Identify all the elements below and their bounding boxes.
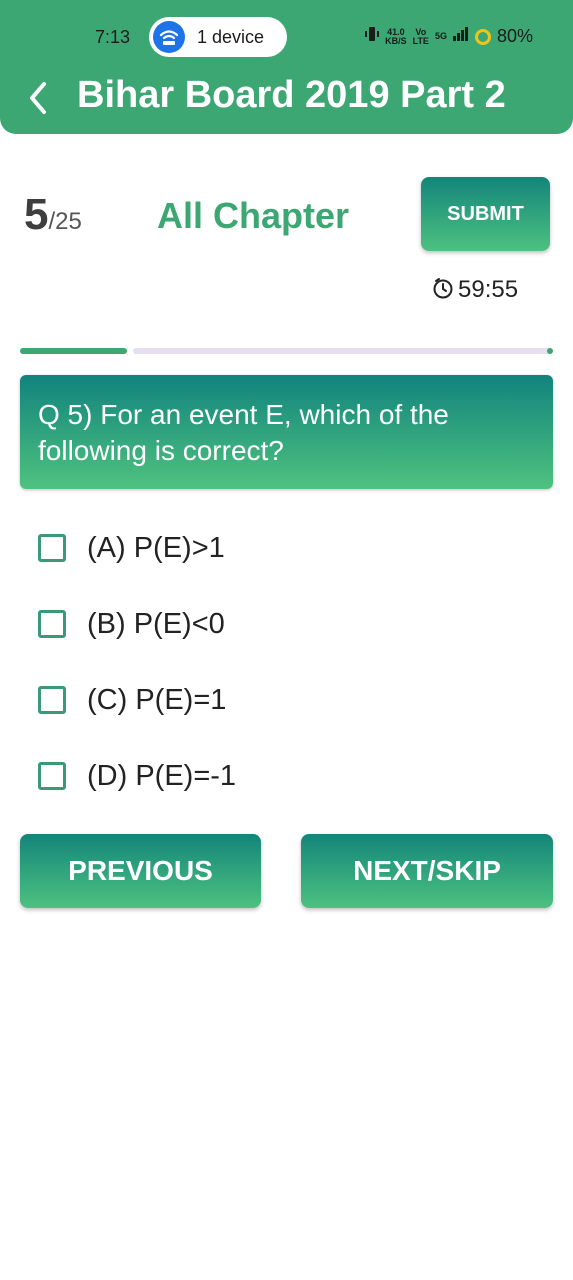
option-label: (D) P(E)=-1 — [87, 759, 237, 792]
question-counter: 5/25 — [24, 190, 82, 240]
option-label: (B) P(E)<0 — [87, 607, 225, 640]
page-title: Bihar Board 2019 Part 2 — [77, 74, 506, 116]
question-text: Q 5) For an event E, which of the follow… — [38, 399, 449, 466]
progress-fill — [20, 348, 127, 354]
timer-icon — [432, 277, 454, 304]
question-current: 5 — [24, 190, 49, 239]
previous-button[interactable]: PREVIOUS — [20, 834, 261, 908]
volte-bottom: LTE — [412, 35, 429, 46]
question-total: /25 — [48, 208, 82, 235]
option-checkbox[interactable] — [38, 534, 66, 562]
vibrate-icon — [365, 26, 380, 47]
app-header: 7:13 1 device 41.0 KB/S Vo LTE 5G 80% Bi… — [0, 0, 573, 134]
submit-button[interactable]: SUBMIT — [421, 177, 550, 251]
progress-bar — [20, 348, 553, 354]
device-label: 1 device — [197, 27, 265, 47]
timer: 59:55 — [432, 276, 518, 304]
chapter-label: All Chapter — [157, 195, 350, 236]
option-checkbox[interactable] — [38, 610, 66, 638]
battery-percent: 80% — [496, 26, 533, 46]
network-speed-unit: KB/S — [385, 35, 407, 46]
wifi-hotspot-icon — [153, 21, 185, 53]
option-label: (C) P(E)=1 — [87, 683, 227, 716]
progress-end-dot — [547, 348, 553, 354]
device-pill[interactable]: 1 device — [149, 17, 287, 57]
status-icons: 41.0 KB/S Vo LTE 5G 80% — [365, 26, 533, 47]
status-bar: 7:13 1 device 41.0 KB/S Vo LTE 5G 80% — [0, 14, 573, 60]
option-checkbox[interactable] — [38, 762, 66, 790]
option-checkbox[interactable] — [38, 686, 66, 714]
next-skip-button[interactable]: NEXT/SKIP — [301, 834, 553, 908]
back-arrow-icon[interactable] — [24, 78, 54, 118]
status-time: 7:13 — [95, 27, 131, 47]
option-label: (A) P(E)>1 — [87, 531, 225, 564]
option-b[interactable]: (B) P(E)<0 — [38, 604, 225, 644]
network-type: 5G — [434, 31, 447, 41]
signal-icon — [452, 27, 469, 46]
network-speed: 41.0 KB/S — [385, 27, 407, 46]
battery-icon — [474, 28, 491, 45]
volte-indicator: Vo LTE — [412, 27, 429, 46]
option-c[interactable]: (C) P(E)=1 — [38, 680, 226, 720]
option-d[interactable]: (D) P(E)=-1 — [38, 756, 236, 796]
progress-remaining — [133, 348, 553, 354]
question-card: Q 5) For an event E, which of the follow… — [20, 375, 553, 489]
timer-value: 59:55 — [458, 276, 519, 303]
option-a[interactable]: (A) P(E)>1 — [38, 528, 225, 568]
